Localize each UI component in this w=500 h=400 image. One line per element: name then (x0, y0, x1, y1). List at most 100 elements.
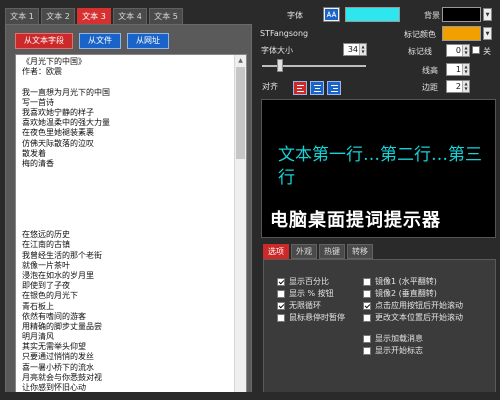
mark-color-label: 标记颜色 (404, 30, 436, 39)
from-text-field-button[interactable]: 从文本字段 (15, 33, 73, 49)
checkbox-unchecked-icon[interactable] (363, 346, 371, 355)
align-right-button[interactable] (327, 81, 341, 95)
settings-tab-3[interactable]: 热键 (319, 244, 345, 259)
source-button-group: 从文本字段 从文件 从网址 (15, 33, 169, 49)
checkbox-unchecked-icon[interactable] (363, 334, 371, 343)
checkbox-checked-icon[interactable] (363, 301, 371, 310)
text-line: 青石板上 (22, 301, 54, 311)
spinner-arrows-icon[interactable]: ▲ ▼ (359, 44, 366, 55)
option-checkbox[interactable]: 镜像2 (垂直翻转) (363, 288, 437, 299)
font-label: 字体 (287, 11, 303, 20)
text-line: 我一直想为月光下的中国 (22, 87, 110, 97)
text-line: 在江南的古镇 (22, 240, 70, 250)
text-line: 只要通过悄悄的发丝 (22, 352, 94, 362)
checkbox-checked-icon[interactable] (277, 301, 285, 310)
option-checkbox[interactable]: 更改文本位置后开始滚动 (363, 312, 463, 323)
text-line: 月亮就会与你悉鼓对视 (22, 372, 102, 382)
option-checkbox[interactable]: 镜像1 (水平翻转) (363, 276, 437, 287)
from-file-button[interactable]: 从文件 (79, 33, 121, 49)
spinner-arrows-icon[interactable]: ▲ ▼ (462, 64, 469, 75)
background-dropdown-arrow-icon[interactable]: ▼ (483, 8, 492, 21)
checkbox-checked-icon[interactable] (277, 277, 285, 286)
from-url-button[interactable]: 从网址 (127, 33, 169, 49)
option-label: 显示开始标志 (375, 346, 423, 355)
preview-text: 文本第一行…第二行…第三行 (278, 145, 482, 188)
settings-tab-4[interactable]: 转移 (347, 244, 373, 259)
option-label: 无限循环 (289, 301, 321, 310)
checkbox-unchecked-icon[interactable] (363, 313, 371, 322)
spinner-arrows-icon[interactable]: ▲ ▼ (462, 45, 469, 56)
line-height-spinner[interactable]: 1 ▲ ▼ (446, 63, 470, 76)
option-checkbox[interactable]: 显示开始标志 (363, 345, 423, 356)
text-line (22, 179, 232, 189)
font-size-slider[interactable] (262, 59, 366, 72)
spinner-arrows-icon[interactable]: ▲ ▼ (462, 81, 469, 92)
text-line: 梅的清香 (22, 158, 54, 168)
checkbox-unchecked-icon[interactable] (277, 289, 285, 298)
settings-tab-bar: 选项 外观 热键 转移 (263, 244, 375, 259)
font-size-label: 字体大小 (261, 46, 293, 55)
font-picker-icon (325, 9, 338, 20)
text-tab-2[interactable]: 文本 2 (41, 8, 75, 24)
font-color-swatch[interactable] (345, 7, 400, 22)
text-tab-3[interactable]: 文本 3 (77, 8, 111, 24)
text-line (22, 220, 232, 230)
text-line (22, 200, 232, 210)
margin-spinner[interactable]: 2 ▲ ▼ (446, 80, 470, 93)
text-tab-5[interactable]: 文本 5 (149, 8, 183, 24)
align-left-button[interactable] (293, 81, 307, 95)
teleprompter-text-area[interactable]: 《月光下的中国》 作者：欧震 我一直想为月光下的中国 写一首诗 我喜欢她宁静的样子 喜欢她… (15, 54, 247, 399)
text-line: 明月清风 (22, 332, 54, 342)
mark-color-swatch[interactable] (442, 26, 481, 41)
align-center-button[interactable] (310, 81, 324, 95)
scrollbar-thumb[interactable] (236, 67, 245, 159)
font-size-spinner[interactable]: 34 ▲ ▼ (343, 43, 367, 56)
mark-line-spinner[interactable]: 0 ▲ ▼ (446, 44, 470, 57)
option-checkbox[interactable]: 显示百分比 (277, 276, 329, 287)
option-checkbox[interactable]: 鼠标悬停时暂停 (277, 312, 345, 323)
text-tab-bar: 文本 1 文本 2 文本 3 文本 4 文本 5 (5, 8, 185, 24)
option-label: 显示加载消息 (375, 334, 423, 343)
mark-line-off-checkbox[interactable] (472, 46, 480, 54)
option-label: 鼠标悬停时暂停 (289, 313, 345, 322)
option-checkbox[interactable]: 显示 % 按钮 (277, 288, 334, 299)
text-line: 喜一暑小桥下的流水 (22, 362, 94, 372)
checkbox-unchecked-icon[interactable] (363, 277, 371, 286)
text-line (22, 189, 232, 199)
option-label: 显示 % 按钮 (289, 289, 334, 298)
background-color-swatch[interactable] (442, 7, 481, 22)
text-tab-1[interactable]: 文本 1 (5, 8, 39, 24)
align-label: 对齐 (262, 82, 278, 91)
text-line: 即使到了子夜 (22, 281, 70, 291)
mark-line-value: 0 (455, 46, 461, 55)
scroll-up-arrow-icon[interactable]: ▲ (235, 55, 246, 66)
mark-color-dropdown-arrow-icon[interactable]: ▼ (483, 27, 492, 40)
text-line: 仿佛天际散落的泣叹 (22, 138, 94, 148)
text-line (22, 169, 232, 179)
text-line: 其实无需举头仰望 (22, 342, 86, 352)
watermark-title: 电脑桌面提词提示器 (270, 210, 441, 231)
text-line: 写一首诗 (22, 97, 54, 107)
settings-tab-1[interactable]: 选项 (263, 244, 289, 259)
text-tab-4[interactable]: 文本 4 (113, 8, 147, 24)
text-line: 用精确的脚步丈量品尝 (22, 321, 102, 331)
option-label: 镜像2 (垂直翻转) (375, 289, 437, 298)
background-label: 背景 (424, 11, 440, 20)
font-picker-button[interactable] (323, 7, 340, 22)
vertical-scrollbar[interactable]: ▲ (234, 55, 246, 398)
options-panel: 显示百分比显示 % 按钮 无限循环鼠标悬停时暂停 镜像1 (水平翻转) 镜像2 (垂… (263, 259, 496, 396)
text-line: 在银色的月光下 (22, 291, 78, 301)
text-line: 作者：欧震 (22, 67, 62, 77)
option-checkbox[interactable]: 显示加载消息 (363, 333, 423, 344)
text-line (22, 77, 232, 87)
checkbox-unchecked-icon[interactable] (363, 289, 371, 298)
option-checkbox[interactable]: 点击应用按钮后开始滚动 (363, 300, 463, 311)
settings-tab-2[interactable]: 外观 (291, 244, 317, 259)
line-height-value: 1 (455, 65, 461, 74)
slider-thumb[interactable] (276, 59, 283, 72)
checkbox-unchecked-icon[interactable] (277, 313, 285, 322)
option-checkbox[interactable]: 无限循环 (277, 300, 321, 311)
text-line: 就像一片茶叶 (22, 260, 70, 270)
bottom-bar (0, 392, 500, 400)
text-line: 在夜色里她褪装素裹 (22, 128, 94, 138)
